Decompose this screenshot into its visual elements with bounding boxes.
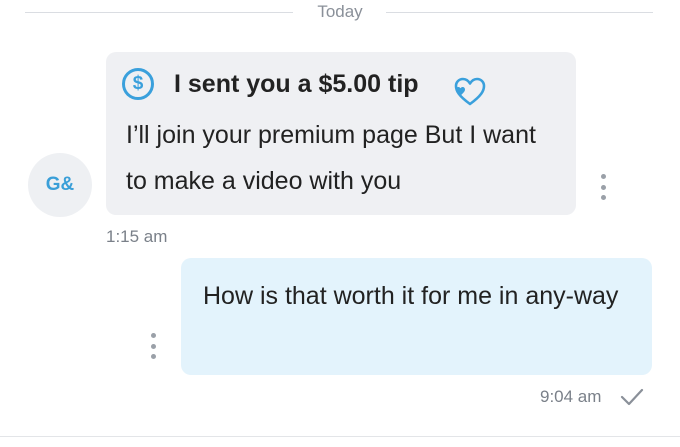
dollar-circle-icon: $ <box>122 68 154 100</box>
outgoing-timestamp: 9:04 am <box>540 387 602 406</box>
sender-avatar[interactable]: G& <box>28 153 92 217</box>
incoming-message-bubble[interactable]: $ I sent you a $5.00 tip I’ll join your … <box>106 52 576 215</box>
tip-text: I sent you a $5.00 tip <box>174 69 419 98</box>
outgoing-message-text: How is that worth it for me in any-way <box>203 282 619 310</box>
tip-row: $ I sent you a $5.00 tip <box>122 66 419 102</box>
divider-line-left <box>25 12 293 13</box>
incoming-message-text: I’ll join your premium page But I want t… <box>126 121 536 195</box>
heart-icon <box>454 77 486 106</box>
bottom-divider <box>0 436 680 437</box>
date-label: Today <box>317 2 363 21</box>
incoming-more-vertical-icon[interactable] <box>598 174 608 200</box>
outgoing-message-bubble[interactable]: How is that worth it for me in any-way <box>181 258 652 375</box>
incoming-timestamp: 1:15 am <box>106 227 168 246</box>
check-icon <box>620 388 644 406</box>
date-divider: Today <box>0 0 680 26</box>
outgoing-more-vertical-icon[interactable] <box>148 333 158 359</box>
divider-line-right <box>386 12 653 13</box>
